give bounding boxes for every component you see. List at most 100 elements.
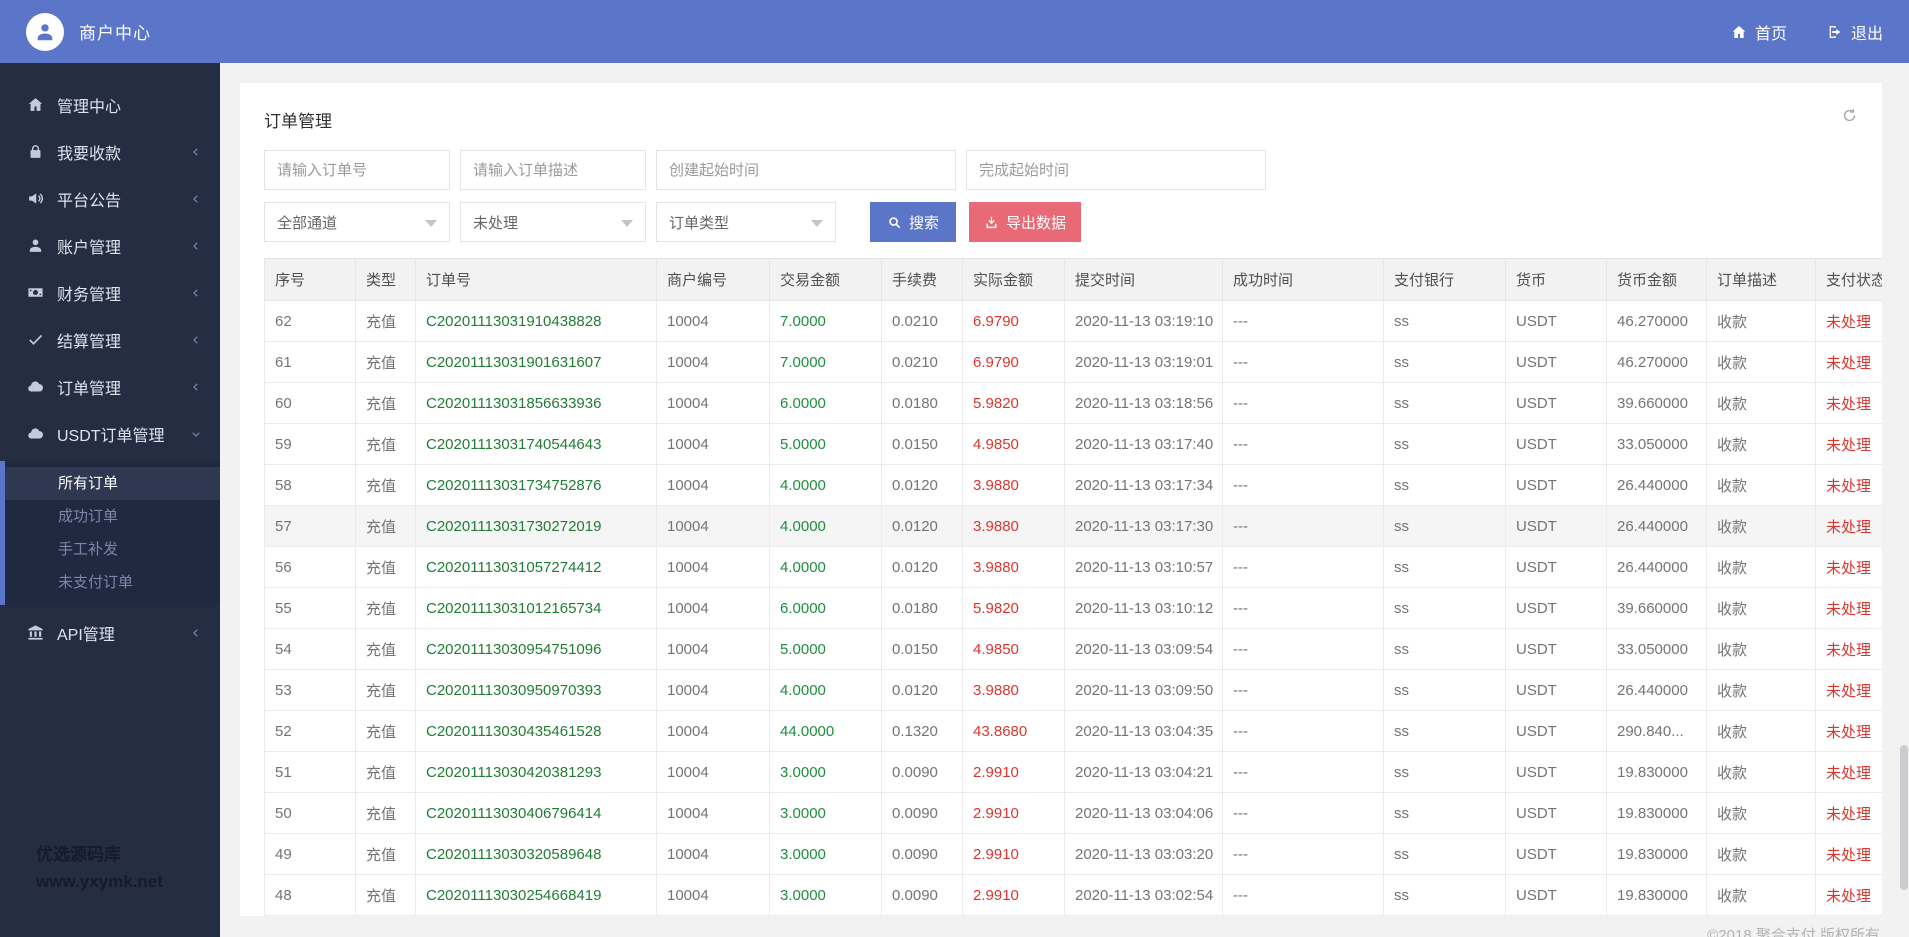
cell-支付状态: 未处理 [1815,874,1882,916]
order-desc-input[interactable] [460,150,646,190]
cell-货币金额: 19.830000 [1606,874,1707,916]
sidebar-item-结算管理[interactable]: 结算管理 [0,316,220,363]
sidebar-subitem-手工补发[interactable]: 手工补发 [5,533,220,566]
order-number-link[interactable]: C20201113031856633936 [426,395,601,412]
home-icon [1731,24,1747,40]
cell-货币: USDT [1505,464,1607,506]
cell-交易金额: 4.0000 [769,546,882,588]
column-header-实际金额: 实际金额 [962,258,1065,301]
cell-序号: 48 [264,874,356,916]
cell-商户编号: 10004 [656,341,770,383]
sidebar-item-平台公告[interactable]: 平台公告 [0,175,220,222]
sidebar-subitem-未支付订单[interactable]: 未支付订单 [5,566,220,599]
cell-货币: USDT [1505,505,1607,547]
status-select[interactable]: 未处理 [460,202,646,242]
cell-实际金额: 2.9910 [962,833,1065,875]
chevron-left-icon [190,381,202,393]
export-button[interactable]: 导出数据 [969,202,1081,242]
cell-提交时间: 2020-11-13 03:19:01 [1064,341,1223,383]
order-number-link[interactable]: C20201113030406796414 [426,805,601,822]
avatar [26,12,64,51]
cell-成功时间: --- [1222,710,1384,752]
cell-成功时间: --- [1222,505,1384,547]
order-number-link[interactable]: C20201113031730272019 [426,518,601,535]
sidebar: 管理中心 我要收款平台公告账户管理 财务管理 结算管理 订单管理 USDT订单管理所有订单… [0,63,220,937]
search-button[interactable]: 搜索 [870,202,956,242]
order-no-input[interactable] [264,150,450,190]
channel-select[interactable]: 全部通道 [264,202,450,242]
nav-home[interactable]: 首页 [1731,20,1787,44]
nav-logout[interactable]: 退出 [1827,20,1883,44]
order-number-cell: C20201113030406796414 [415,792,657,834]
cell-支付状态: 未处理 [1815,546,1882,588]
cell-手续费: 0.0210 [881,341,963,383]
create-time-input[interactable] [656,150,956,190]
cell-订单描述: 收款 [1706,341,1816,383]
cell-支付状态: 未处理 [1815,423,1882,465]
cell-订单描述: 收款 [1706,669,1816,711]
cell-实际金额: 2.9910 [962,751,1065,793]
cell-商户编号: 10004 [656,669,770,711]
watermark-line2: www.yxymk.net [36,872,163,891]
column-header-手续费: 手续费 [881,258,963,301]
sidebar-item-API管理[interactable]: API管理 [0,609,220,656]
cell-支付银行: ss [1383,751,1506,793]
cell-手续费: 0.1320 [881,710,963,752]
cell-提交时间: 2020-11-13 03:17:30 [1064,505,1223,547]
cell-订单描述: 收款 [1706,382,1816,424]
order-number-link[interactable]: C20201113030435461528 [426,723,601,740]
order-number-link[interactable]: C20201113031740544643 [426,436,601,453]
cell-提交时间: 2020-11-13 03:17:40 [1064,423,1223,465]
cell-商户编号: 10004 [656,423,770,465]
sidebar-subitem-成功订单[interactable]: 成功订单 [5,500,220,533]
cell-实际金额: 5.9820 [962,382,1065,424]
cell-货币: USDT [1505,423,1607,465]
cell-商户编号: 10004 [656,833,770,875]
cell-手续费: 0.0210 [881,300,963,342]
cloud-icon [27,378,44,395]
cell-交易金额: 3.0000 [769,792,882,834]
cell-货币金额: 33.050000 [1606,628,1707,670]
cell-成功时间: --- [1222,546,1384,588]
cell-成功时间: --- [1222,751,1384,793]
order-number-link[interactable]: C20201113030420381293 [426,764,601,781]
order-number-link[interactable]: C20201113031012165734 [426,600,601,617]
cell-交易金额: 3.0000 [769,874,882,916]
cell-支付状态: 未处理 [1815,300,1882,342]
sidebar-subitem-所有订单[interactable]: 所有订单 [5,467,220,500]
finish-time-input[interactable] [966,150,1266,190]
watermark-line1: 优选源码库 [36,845,121,864]
table-row: 50 充值 C20201113030406796414 10004 3.0000 0.00… [264,792,1882,834]
cell-成功时间: --- [1222,874,1384,916]
money-icon [27,284,44,301]
order-number-link[interactable]: C20201113031901631607 [426,354,601,371]
order-number-link[interactable]: C20201113030950970393 [426,682,601,699]
cell-货币: USDT [1505,833,1607,875]
sidebar-item-USDT订单管理[interactable]: USDT订单管理 [0,410,220,457]
sidebar-item-label: 平台公告 [57,192,122,210]
sidebar-item-账户管理[interactable]: 账户管理 [0,222,220,269]
sidebar-item-订单管理[interactable]: 订单管理 [0,363,220,410]
sidebar-item-财务管理[interactable]: 财务管理 [0,269,220,316]
cell-实际金额: 3.9880 [962,505,1065,547]
cell-订单描述: 收款 [1706,546,1816,588]
order-number-link[interactable]: C20201113030954751096 [426,641,601,658]
cell-手续费: 0.0090 [881,751,963,793]
table-row: 57 充值 C20201113031730272019 10004 4.0000 0.01… [264,505,1882,547]
order-number-link[interactable]: C20201113031057274412 [426,559,601,576]
cell-提交时间: 2020-11-13 03:04:21 [1064,751,1223,793]
order-number-link[interactable]: C20201113030320589648 [426,846,601,863]
refresh-icon[interactable] [1841,107,1858,124]
order-number-link[interactable]: C20201113031910438828 [426,313,601,330]
sidebar-item-管理中心[interactable]: 管理中心 [0,81,220,128]
scrollbar-thumb[interactable] [1900,745,1908,890]
order-number-link[interactable]: C20201113030254668419 [426,887,601,904]
order-type-select[interactable]: 订单类型 [656,202,836,242]
table-row: 56 充值 C20201113031057274412 10004 4.0000 0.01… [264,546,1882,588]
cell-序号: 49 [264,833,356,875]
cell-手续费: 0.0120 [881,546,963,588]
sidebar-item-我要收款[interactable]: 我要收款 [0,128,220,175]
order-number-link[interactable]: C20201113031734752876 [426,477,601,494]
cell-支付银行: ss [1383,628,1506,670]
cell-实际金额: 2.9910 [962,792,1065,834]
